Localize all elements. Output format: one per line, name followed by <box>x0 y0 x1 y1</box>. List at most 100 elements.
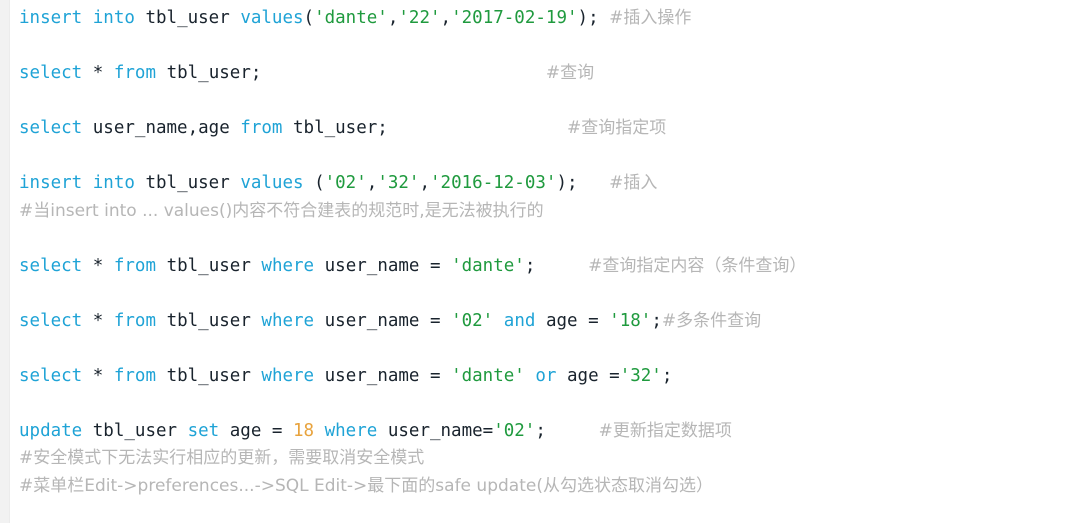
token-id: tbl_user <box>166 310 251 331</box>
token-cmt: #菜单栏Edit->preferences...->SQL Edit->最下面的… <box>19 475 713 496</box>
token-id: tbl_user <box>145 173 230 193</box>
token-id: user_name <box>324 310 420 331</box>
token-op <box>230 173 241 193</box>
code-line[interactable]: #安全模式下无法实行相应的更新，需要取消安全模式 <box>19 445 1091 473</box>
token-op <box>251 311 262 331</box>
token-punc: ( <box>303 173 325 193</box>
token-op: = <box>419 365 452 386</box>
token-id: age <box>198 118 230 138</box>
token-id: tbl_user <box>166 255 251 276</box>
token-punc: ; <box>651 310 662 331</box>
token-kw: from <box>113 365 157 386</box>
token-punc: ; <box>524 255 536 276</box>
token-op <box>156 63 167 83</box>
code-line[interactable] <box>19 280 1091 308</box>
token-kw: values <box>240 173 304 193</box>
code-line[interactable]: select * from tbl_user where user_name =… <box>19 308 1091 336</box>
token-cmt: #插入 <box>609 173 658 193</box>
token-cmt: #当insert into ... values()内容不符合建表的规范时,是无… <box>19 200 544 221</box>
token-op <box>82 63 93 83</box>
code-line[interactable] <box>19 225 1091 253</box>
token-str: '2016-12-03' <box>430 173 557 193</box>
token-kw: select <box>19 63 83 83</box>
token-op <box>177 421 188 441</box>
token-cmt: #插入操作 <box>609 8 692 28</box>
token-op <box>314 256 325 276</box>
token-id: tbl_user <box>166 365 251 386</box>
token-kw: insert <box>19 8 83 28</box>
token-punc: , <box>387 8 399 28</box>
token-kw: from <box>113 63 157 83</box>
token-id: age <box>567 365 599 386</box>
token-op <box>314 366 325 386</box>
token-op <box>251 256 262 276</box>
token-op <box>219 421 230 441</box>
code-line[interactable] <box>19 335 1091 363</box>
token-kw: where <box>324 420 378 441</box>
token-punc: , <box>187 118 199 138</box>
token-op <box>525 366 536 386</box>
token-op: = <box>577 310 610 331</box>
code-lines-container[interactable]: insert into tbl_user values('dante','22'… <box>10 0 1091 523</box>
token-op: = <box>419 255 452 276</box>
token-op <box>103 256 114 276</box>
token-cmt: #更新指定数据项 <box>598 420 732 441</box>
token-op <box>599 8 610 28</box>
token-num: 18 <box>292 420 315 441</box>
code-line[interactable] <box>19 143 1091 171</box>
code-line[interactable]: update tbl_user set age = 18 where user_… <box>19 418 1091 446</box>
code-line[interactable]: select * from tbl_user; #查询 <box>19 60 1091 88</box>
token-str: '32' <box>619 365 662 386</box>
code-line[interactable]: insert into tbl_user values ('02','32','… <box>19 170 1091 198</box>
token-op <box>82 256 93 276</box>
token-op <box>103 311 114 331</box>
token-op: * <box>92 310 104 331</box>
token-op: * <box>92 365 104 386</box>
token-cmt: #多条件查询 <box>661 310 762 331</box>
token-op <box>261 63 545 83</box>
token-punc: , <box>419 173 431 193</box>
token-id: tbl_user <box>92 420 178 441</box>
token-str: '02' <box>451 310 494 331</box>
token-punc: ); <box>577 8 599 28</box>
token-op <box>388 118 567 138</box>
token-kw: from <box>113 310 157 331</box>
token-op <box>103 63 114 83</box>
token-op <box>103 366 114 386</box>
token-id: user_name <box>92 118 188 138</box>
code-line[interactable]: #菜单栏Edit->preferences...->SQL Edit->最下面的… <box>19 473 1091 501</box>
token-kw: or <box>535 365 557 386</box>
code-line[interactable]: select * from tbl_user where user_name =… <box>19 253 1091 281</box>
token-punc: ; <box>535 420 546 441</box>
code-line[interactable]: #当insert into ... values()内容不符合建表的规范时,是无… <box>19 198 1091 226</box>
code-line[interactable] <box>19 390 1091 418</box>
token-op <box>282 118 293 138</box>
token-kw: set <box>187 420 220 441</box>
token-id: tbl_user <box>145 8 230 28</box>
token-op <box>82 421 93 441</box>
token-op <box>251 366 262 386</box>
token-str: 'dante' <box>451 255 525 276</box>
token-kw: insert <box>19 173 83 193</box>
token-str: '22' <box>398 8 441 28</box>
code-line[interactable] <box>19 88 1091 116</box>
token-op <box>82 8 93 28</box>
token-kw: update <box>19 420 83 441</box>
token-str: '2017-02-19' <box>451 8 578 28</box>
code-line[interactable]: insert into tbl_user values('dante','22'… <box>19 5 1091 33</box>
token-kw: where <box>261 310 315 331</box>
token-punc: ( <box>303 8 315 28</box>
token-kw: into <box>92 173 135 193</box>
code-line[interactable] <box>19 33 1091 61</box>
token-cmt: #安全模式下无法实行相应的更新，需要取消安全模式 <box>19 448 425 468</box>
token-id: user_name= <box>387 420 494 441</box>
code-line[interactable]: select * from tbl_user where user_name =… <box>19 363 1091 391</box>
token-kw: select <box>19 310 83 331</box>
token-id: tbl_user; <box>166 63 262 83</box>
token-op <box>546 421 599 441</box>
code-line[interactable]: select user_name,age from tbl_user; #查询指… <box>19 115 1091 143</box>
token-kw: and <box>503 310 536 331</box>
token-kw: select <box>19 118 83 138</box>
token-str: 'dante' <box>451 365 525 386</box>
token-id: user_name <box>324 365 420 386</box>
